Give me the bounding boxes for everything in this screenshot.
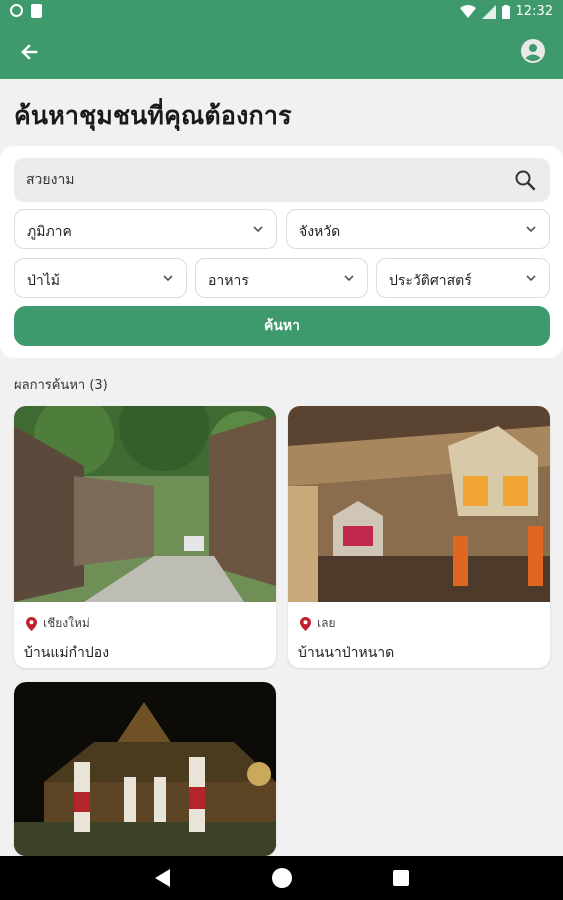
back-arrow-icon[interactable]	[14, 37, 44, 67]
search-box	[14, 158, 550, 202]
wifi-icon	[459, 4, 476, 18]
battery-icon	[501, 4, 510, 19]
search-icon[interactable]	[514, 169, 536, 191]
community-photo	[288, 406, 550, 602]
province-select[interactable]: จังหวัด	[286, 209, 550, 249]
chevron-down-icon	[163, 275, 173, 282]
location-label: เลย	[317, 616, 336, 630]
notification-dot-icon	[10, 4, 23, 17]
location-pin-icon	[300, 616, 311, 631]
location-label: เชียงใหม่	[43, 616, 90, 630]
category-select-label: ป่าไม้	[27, 273, 61, 289]
location-row: เชียงใหม่	[26, 614, 90, 633]
province-select-label: จังหวัด	[299, 224, 341, 240]
category-select-history[interactable]: ประวัติศาสตร์	[376, 258, 550, 298]
search-button[interactable]: ค้นหา	[14, 306, 550, 346]
category-select-label: ประวัติศาสตร์	[389, 273, 472, 289]
status-bar: 12:32	[0, 0, 563, 24]
filter-card: ภูมิภาค จังหวัด ป่าไม้ อาหาร ประวัติศาสต…	[0, 146, 563, 358]
region-select-label: ภูมิภาค	[27, 224, 72, 240]
chevron-down-icon	[344, 275, 354, 282]
location-row: เลย	[300, 614, 336, 633]
nav-back-icon[interactable]	[155, 869, 171, 887]
result-card[interactable]	[14, 682, 276, 856]
chevron-down-icon	[526, 275, 536, 282]
category-select-label: อาหาร	[208, 273, 249, 289]
chevron-down-icon	[526, 226, 536, 233]
nav-recent-apps-icon[interactable]	[393, 870, 409, 886]
sim-card-icon	[31, 4, 42, 18]
clock: 12:32	[515, 4, 553, 19]
category-select-food[interactable]: อาหาร	[195, 258, 368, 298]
signal-icon	[481, 4, 496, 19]
region-select[interactable]: ภูมิภาค	[14, 209, 277, 249]
nav-home-icon[interactable]	[272, 868, 292, 888]
location-pin-icon	[26, 616, 37, 631]
community-photo	[14, 682, 276, 856]
system-nav-bar	[0, 856, 563, 900]
community-name: บ้านแม่กำปอง	[24, 645, 110, 661]
chevron-down-icon	[253, 226, 263, 233]
community-photo	[14, 406, 276, 602]
account-avatar-icon[interactable]	[521, 39, 545, 63]
category-select-forest[interactable]: ป่าไม้	[14, 258, 187, 298]
results-count-label: ผลการค้นหา (3)	[14, 378, 108, 393]
community-name: บ้านนาป่าหนาด	[298, 645, 395, 661]
result-card[interactable]: เลย บ้านนาป่าหนาด	[288, 406, 550, 668]
result-card[interactable]: เชียงใหม่ บ้านแม่กำปอง	[14, 406, 276, 668]
app-bar	[0, 24, 563, 79]
page-title: ค้นหาชุมชนที่คุณต้องการ	[14, 101, 292, 130]
search-input[interactable]	[26, 158, 496, 202]
